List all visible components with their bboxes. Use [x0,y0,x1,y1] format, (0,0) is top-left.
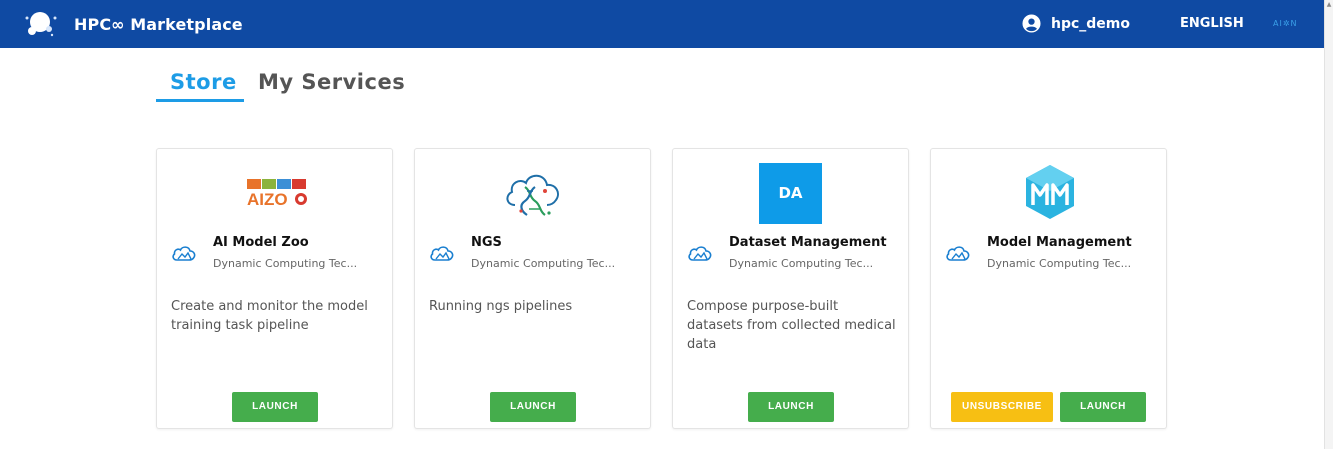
aizoo-logo: AIZO [243,161,309,225]
launch-button[interactable]: LAUNCH [232,392,318,422]
launch-button[interactable]: LAUNCH [1060,392,1146,422]
partner-logo: AI✲N [1273,19,1298,28]
user-menu[interactable]: hpc_demo [1022,14,1130,33]
scroll-up-icon[interactable]: ▲ [1326,2,1332,8]
brand[interactable]: HPC∞ Marketplace [22,9,243,39]
launch-button[interactable]: LAUNCH [748,392,834,422]
card-vendor: Dynamic Computing Tec... [213,257,358,270]
cloud-icon [171,244,197,264]
card-title: Model Management [987,235,1132,250]
brand-logo-icon [22,9,60,39]
unsubscribe-button[interactable]: UNSUBSCRIBE [951,392,1053,422]
language-selector[interactable]: ENGLISH [1180,16,1244,31]
ngs-logo-icon [501,161,567,225]
card-title: AI Model Zoo [213,235,309,250]
card-title: NGS [471,235,502,250]
app-title: HPC∞ Marketplace [74,14,243,34]
active-tab-indicator [156,99,244,102]
tab-my-services[interactable]: My Services [258,70,405,94]
service-card-ai-model-zoo: AIZO AI Model Zoo Dynamic Computing Tec.… [156,148,393,429]
service-card-ngs: NGS Dynamic Computing Tec... Running ngs… [414,148,651,429]
card-title: Dataset Management [729,235,887,250]
account-icon [1022,14,1041,33]
vertical-scrollbar[interactable]: ▲ [1324,0,1333,449]
card-vendor: Dynamic Computing Tec... [471,257,616,270]
username: hpc_demo [1051,15,1131,32]
cloud-icon [945,244,971,264]
launch-button[interactable]: LAUNCH [490,392,576,422]
cloud-icon [429,244,455,264]
aizoo-logo-text: AIZO [247,190,288,209]
service-card-model-management: Model Management Dynamic Computing Tec..… [930,148,1167,429]
card-description: Running ngs pipelines [429,299,573,314]
service-card-dataset-management: DA Dataset Management Dynamic Computing … [672,148,909,429]
card-description: Create and monitor the model training ta… [171,299,368,333]
top-bar: HPC∞ Marketplace hpc_demo ENGLISH AI✲N [0,0,1324,48]
dataset-logo: DA [759,163,822,224]
tab-store[interactable]: Store [170,70,237,94]
card-vendor: Dynamic Computing Tec... [987,257,1132,270]
cloud-icon [687,244,713,264]
model-management-logo-icon [1017,161,1083,225]
card-vendor: Dynamic Computing Tec... [729,257,874,270]
card-description: Compose purpose-built datasets from coll… [687,299,896,352]
